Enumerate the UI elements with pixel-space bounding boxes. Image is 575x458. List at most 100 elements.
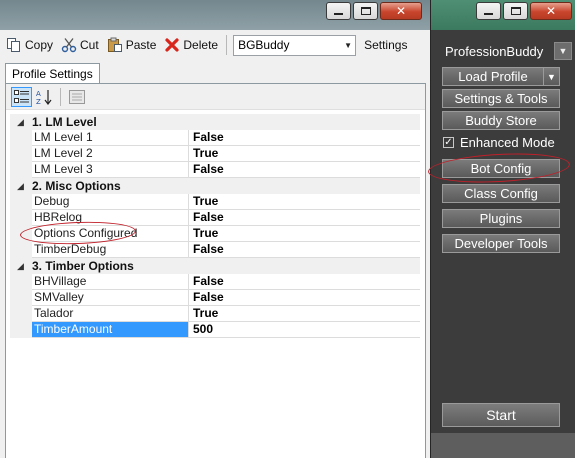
property-value[interactable]: False <box>189 162 420 178</box>
close-icon: ✕ <box>395 4 407 18</box>
delete-x-icon <box>164 37 180 53</box>
window-controls: ✕ <box>326 2 422 20</box>
property-gutter <box>10 274 32 290</box>
property-row[interactable]: Options Configured True <box>10 226 420 242</box>
property-name[interactable]: BHVillage <box>32 274 189 290</box>
paste-button[interactable]: Paste <box>107 37 156 53</box>
property-value[interactable]: False <box>189 242 420 258</box>
property-name[interactable]: LM Level 2 <box>32 146 189 162</box>
close-button[interactable]: ✕ <box>380 2 422 20</box>
property-name[interactable]: SMValley <box>32 290 189 306</box>
property-value[interactable]: True <box>189 226 420 242</box>
svg-text:Z: Z <box>36 98 41 105</box>
category-gutter: ◢ <box>10 114 32 130</box>
property-grid-toolbar: AZ <box>6 84 425 110</box>
category-row[interactable]: ◢ 3. Timber Options <box>10 258 420 274</box>
profile-settings-window: ✕ Copy Cut Paste Delete BGBuddy ▼ Settin… <box>0 0 431 458</box>
property-name[interactable]: TimberAmount <box>32 322 189 338</box>
maximize-icon <box>510 7 521 15</box>
property-pages-icon <box>68 89 85 104</box>
tab-profile-settings[interactable]: Profile Settings <box>5 63 100 84</box>
property-grid-panel: AZ ◢ 1. LM Level LM Level 1 False LM Level 2… <box>5 83 426 458</box>
bot-config-button[interactable]: Bot Config <box>442 159 560 178</box>
property-value[interactable]: True <box>189 194 420 210</box>
property-row[interactable]: LM Level 2 True <box>10 146 420 162</box>
collapse-icon[interactable]: ◢ <box>16 262 25 271</box>
property-row[interactable]: HBRelog False <box>10 210 420 226</box>
svg-text:A: A <box>36 90 41 98</box>
property-value[interactable]: True <box>189 146 420 162</box>
start-button[interactable]: Start <box>442 403 560 427</box>
property-grid: ◢ 1. LM Level LM Level 1 False LM Level 2 Tru… <box>10 114 420 338</box>
enhanced-mode-label: Enhanced Mode <box>460 134 555 150</box>
collapse-icon[interactable]: ◢ <box>16 118 25 127</box>
copy-button[interactable]: Copy <box>6 37 53 53</box>
close-icon: ✕ <box>545 4 557 18</box>
enhanced-mode-checkbox[interactable]: ✓ <box>443 136 454 148</box>
bot-base-value: ProfessionBuddy <box>445 43 544 59</box>
chevron-down-icon[interactable]: ▼ <box>554 42 572 60</box>
toolbar: Copy Cut Paste Delete BGBuddy ▼ Settings <box>0 30 431 60</box>
property-row[interactable]: TimberAmount 500 <box>10 322 420 338</box>
enhanced-mode-row[interactable]: ✓ Enhanced Mode <box>443 133 568 151</box>
minimize-button[interactable] <box>326 2 351 20</box>
buddy-store-button[interactable]: Buddy Store <box>442 111 560 130</box>
property-row[interactable]: LM Level 1 False <box>10 130 420 146</box>
property-row[interactable]: Talador True <box>10 306 420 322</box>
title-bar[interactable]: ✕ <box>0 0 431 30</box>
pb-maximize-button[interactable] <box>503 2 528 20</box>
category-row[interactable]: ◢ 2. Misc Options <box>10 178 420 194</box>
property-gutter <box>10 194 32 210</box>
property-gutter <box>10 306 32 322</box>
load-profile-button[interactable]: Load Profile ▼ <box>442 67 560 86</box>
categorized-view-button[interactable] <box>11 86 32 107</box>
minimize-icon <box>334 13 343 15</box>
property-name[interactable]: Talador <box>32 306 189 322</box>
settings-button[interactable]: Settings <box>364 38 407 52</box>
developer-tools-button[interactable]: Developer Tools <box>442 234 560 253</box>
property-row[interactable]: LM Level 3 False <box>10 162 420 178</box>
property-pages-button[interactable] <box>66 87 87 107</box>
property-row[interactable]: SMValley False <box>10 290 420 306</box>
property-row[interactable]: BHVillage False <box>10 274 420 290</box>
collapse-icon[interactable]: ◢ <box>16 182 25 191</box>
pb-close-button[interactable]: ✕ <box>530 2 572 20</box>
pb-minimize-button[interactable] <box>476 2 501 20</box>
property-gutter <box>10 226 32 242</box>
delete-button[interactable]: Delete <box>164 37 218 53</box>
alphabetical-view-button[interactable]: AZ <box>34 87 55 107</box>
property-gutter <box>10 290 32 306</box>
property-name[interactable]: HBRelog <box>32 210 189 226</box>
property-value[interactable]: 500 <box>189 322 420 338</box>
category-label: 2. Misc Options <box>32 178 420 194</box>
plugins-button[interactable]: Plugins <box>442 209 560 228</box>
property-name[interactable]: Debug <box>32 194 189 210</box>
property-name[interactable]: TimberDebug <box>32 242 189 258</box>
property-value[interactable]: False <box>189 274 420 290</box>
property-gutter <box>10 322 32 338</box>
property-value[interactable]: False <box>189 130 420 146</box>
settings-tools-button[interactable]: Settings & Tools <box>442 89 560 108</box>
property-gutter <box>10 242 32 258</box>
property-row[interactable]: TimberDebug False <box>10 242 420 258</box>
dropdown-arrow-icon[interactable]: ▼ <box>543 68 559 85</box>
pb-title-bar[interactable]: ✕ <box>431 0 575 30</box>
bot-base-combo[interactable]: ProfessionBuddy ▼ <box>441 41 572 61</box>
load-profile-label: Load Profile <box>458 69 528 84</box>
dropdown-arrow-icon[interactable]: ▼ <box>341 41 355 50</box>
property-name[interactable]: LM Level 3 <box>32 162 189 178</box>
cut-button[interactable]: Cut <box>61 37 99 53</box>
property-value[interactable]: False <box>189 290 420 306</box>
category-gutter: ◢ <box>10 258 32 274</box>
property-name[interactable]: LM Level 1 <box>32 130 189 146</box>
property-row[interactable]: Debug True <box>10 194 420 210</box>
bot-select-combo[interactable]: BGBuddy ▼ <box>233 34 357 56</box>
clipboard-icon <box>107 37 123 53</box>
maximize-button[interactable] <box>353 2 378 20</box>
category-row[interactable]: ◢ 1. LM Level <box>10 114 420 130</box>
class-config-button[interactable]: Class Config <box>442 184 560 203</box>
status-strip <box>431 433 575 458</box>
property-name[interactable]: Options Configured <box>32 226 189 242</box>
property-value[interactable]: True <box>189 306 420 322</box>
property-value[interactable]: False <box>189 210 420 226</box>
